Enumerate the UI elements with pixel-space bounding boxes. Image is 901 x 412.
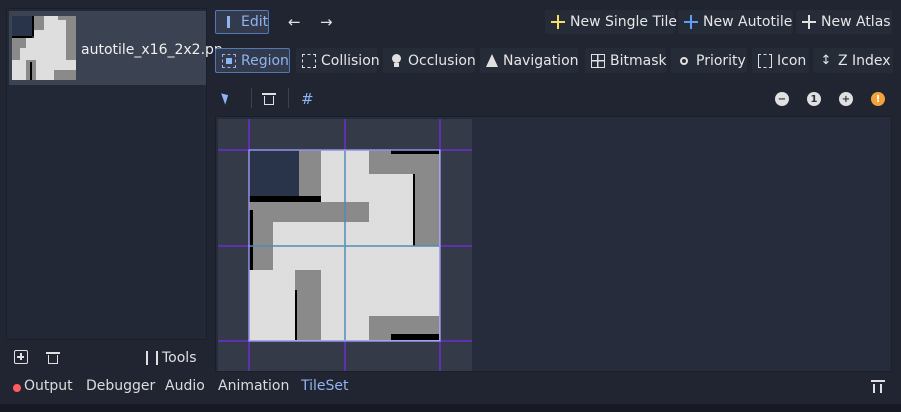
tab-navigation[interactable]: Navigation [480, 48, 579, 73]
tab-z-index[interactable]: ↕ Z Index [813, 48, 893, 73]
tile-list-item-label: autotile_x16_2x2.pn [81, 42, 223, 58]
erase-icon[interactable] [262, 92, 276, 106]
tile-thumbnail [12, 16, 76, 80]
tools-icon [146, 351, 158, 365]
texture-canvas[interactable] [218, 119, 472, 372]
trash-icon[interactable] [46, 351, 60, 365]
navigation-icon [486, 54, 498, 67]
tab-debugger[interactable]: Debugger [86, 378, 155, 394]
expand-panel-icon[interactable] [871, 380, 885, 393]
tab-bitmask[interactable]: Bitmask [585, 48, 667, 73]
tab-output[interactable]: Output [24, 378, 73, 394]
collision-icon [302, 53, 316, 68]
output-error-dot [13, 384, 21, 392]
add-texture-icon[interactable] [14, 350, 28, 364]
warning-icon[interactable]: ! [871, 92, 885, 106]
bulb-icon [389, 53, 403, 68]
tab-occlusion[interactable]: Occlusion [383, 48, 476, 73]
grid-snap-icon[interactable]: # [301, 91, 317, 107]
bottom-border [0, 404, 901, 412]
tools-label: Tools [162, 350, 197, 366]
priority-icon [677, 54, 691, 68]
tile-list-item[interactable]: autotile_x16_2x2.pn [9, 11, 223, 85]
tab-collision[interactable]: Collision [296, 48, 380, 73]
plus-icon [551, 15, 565, 29]
plus-icon [802, 15, 816, 29]
zoom-in-icon[interactable]: + [839, 92, 853, 106]
new-autotile-button[interactable]: New Autotile [678, 10, 793, 34]
tab-tileset[interactable]: TileSet [301, 378, 349, 394]
z-index-icon: ↕ [820, 52, 832, 68]
tile-list-panel: autotile_x16_2x2.pn [6, 8, 223, 340]
plus-icon [684, 15, 698, 29]
image-icon [758, 53, 772, 68]
tab-icon[interactable]: Icon [752, 48, 809, 73]
tile-workspace[interactable] [215, 116, 892, 372]
bitmask-icon [591, 53, 605, 68]
tools-menu[interactable]: Tools [146, 350, 197, 366]
new-single-tile-button[interactable]: New Single Tile [545, 10, 677, 34]
edit-button[interactable]: Edit [215, 10, 269, 34]
tab-animation[interactable]: Animation [218, 378, 289, 394]
tab-region[interactable]: Region [215, 48, 290, 73]
back-arrow-icon[interactable]: ← [288, 13, 301, 31]
edit-icon [222, 15, 236, 29]
tab-audio[interactable]: Audio [165, 378, 205, 394]
tab-priority[interactable]: Priority [671, 48, 747, 73]
zoom-reset-button[interactable]: 1 [807, 92, 821, 106]
divider [251, 88, 252, 108]
divider [288, 88, 289, 108]
zoom-out-icon[interactable]: − [775, 92, 789, 106]
forward-arrow-icon[interactable]: → [320, 13, 333, 31]
new-atlas-button[interactable]: New Atlas [796, 10, 892, 34]
region-icon [222, 53, 236, 68]
